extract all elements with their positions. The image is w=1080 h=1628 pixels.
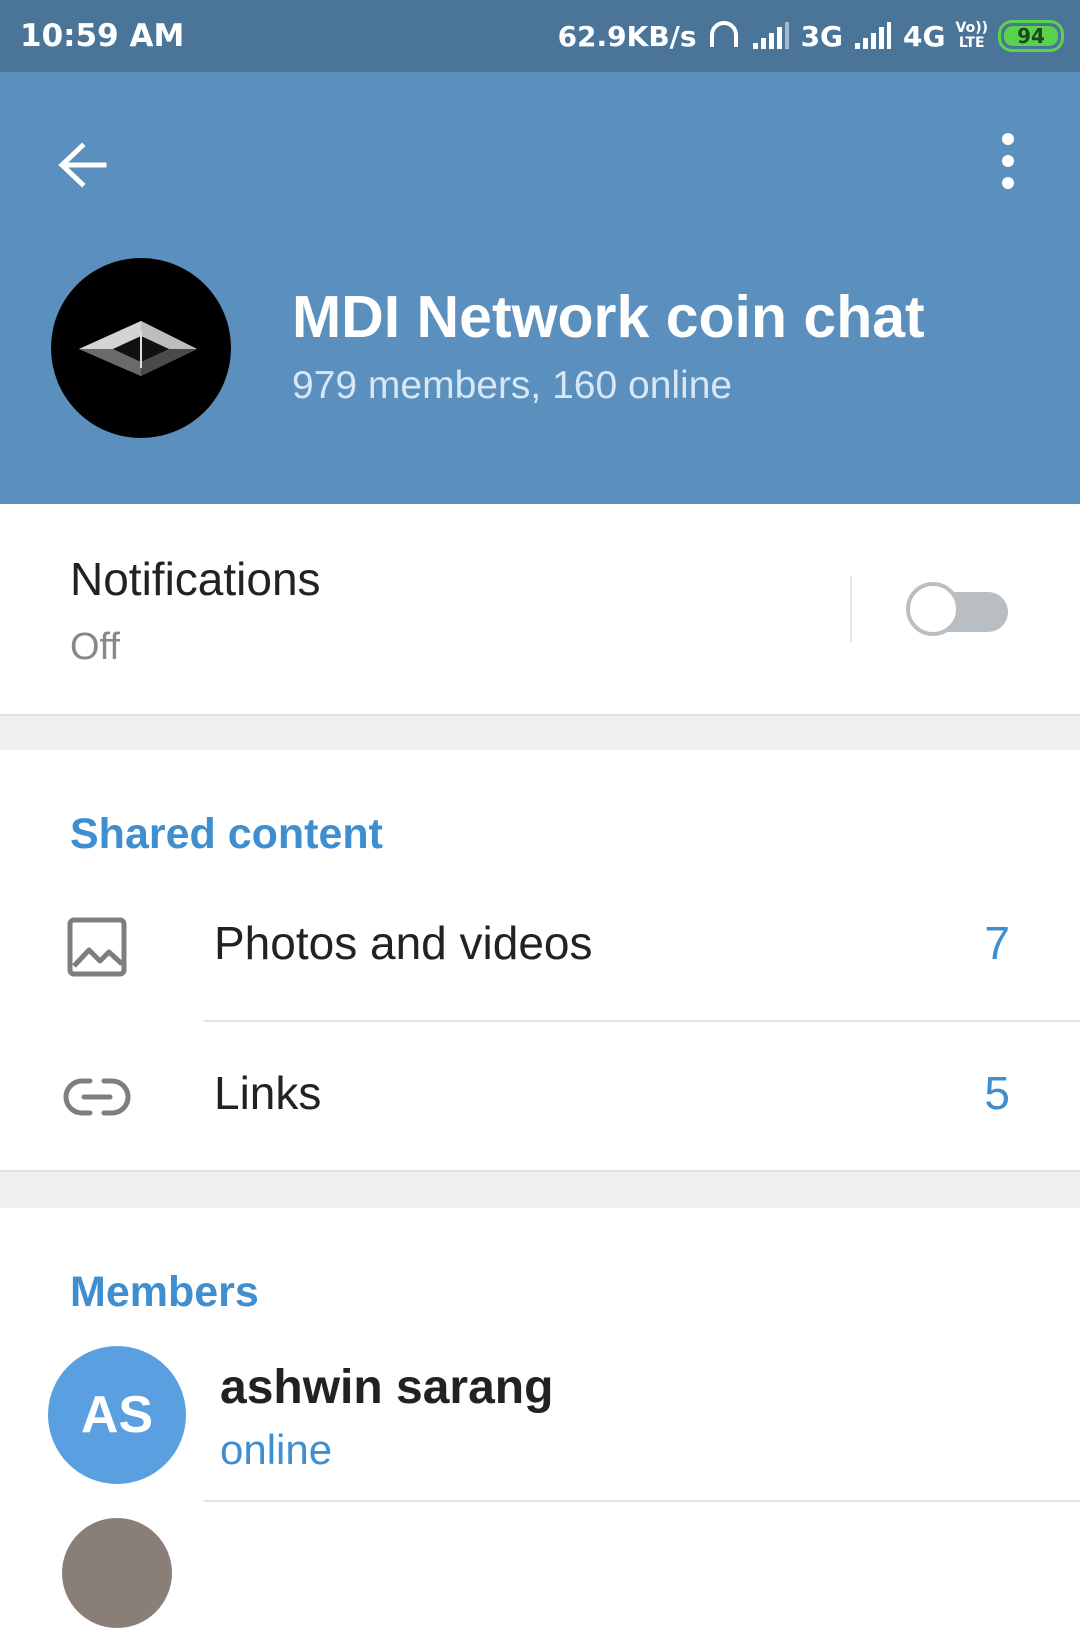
photos-and-videos-label: Photos and videos — [214, 917, 593, 969]
row-separator — [204, 1500, 1080, 1502]
status-bar: 10:59 AM 62.9KB/s 3G 4G Vo)) LTE 94 — [0, 0, 1080, 72]
member-avatar-partial[interactable] — [62, 1518, 172, 1628]
group-logo-icon — [79, 321, 197, 376]
sim2-network-type: 4G — [903, 19, 946, 53]
photos-and-videos-row[interactable]: Photos and videos 7 — [0, 870, 1080, 1020]
member-status: online — [220, 1426, 333, 1473]
volte-bottom-text: LTE — [958, 35, 985, 51]
volte-indicator: Vo)) LTE — [956, 21, 988, 51]
battery-icon: 94 — [998, 20, 1064, 52]
notifications-label: Notifications — [70, 553, 321, 605]
notifications-row[interactable]: Notifications Off — [0, 504, 1080, 714]
network-speed: 62.9KB/s — [557, 19, 697, 53]
signal-sim1-icon — [752, 22, 789, 49]
more-options-button[interactable] — [984, 130, 1032, 200]
notifications-value: Off — [70, 626, 120, 668]
profile-header: MDI Network coin chat 979 members, 160 o… — [0, 72, 1080, 504]
member-row[interactable]: AS ashwin sarang online — [0, 1344, 1080, 1504]
link-icon — [63, 1078, 131, 1116]
group-avatar[interactable] — [51, 258, 231, 438]
status-indicators: 62.9KB/s 3G 4G Vo)) LTE 94 — [558, 14, 1064, 58]
vertical-divider — [850, 576, 852, 642]
shared-content-title: Shared content — [70, 810, 383, 858]
status-time: 10:59 AM — [20, 18, 185, 54]
group-title: MDI Network coin chat — [292, 284, 925, 350]
arrow-left-icon — [58, 142, 107, 188]
headphones-icon — [709, 21, 738, 47]
image-icon — [67, 917, 127, 977]
battery-level: 94 — [1017, 24, 1045, 48]
volte-top-text: Vo)) — [955, 20, 988, 36]
member-name: ashwin sarang — [220, 1361, 554, 1414]
links-count: 5 — [984, 1067, 1010, 1119]
members-title: Members — [70, 1268, 259, 1316]
photos-and-videos-count: 7 — [984, 917, 1010, 969]
signal-sim2-icon — [855, 22, 892, 49]
notifications-toggle[interactable] — [906, 580, 1008, 640]
more-vertical-icon — [1002, 133, 1014, 189]
members-section: Members AS ashwin sarang online — [0, 1208, 1080, 1528]
member-avatar: AS — [48, 1346, 186, 1484]
links-row[interactable]: Links 5 — [0, 1020, 1080, 1170]
links-label: Links — [214, 1067, 322, 1119]
group-member-count: 979 members, 160 online — [292, 364, 733, 407]
back-button[interactable] — [50, 132, 116, 198]
section-gap — [0, 714, 1080, 750]
section-gap — [0, 1170, 1080, 1208]
shared-content-section: Shared content Photos and videos 7 Links… — [0, 750, 1080, 1170]
sim1-network-type: 3G — [800, 19, 844, 53]
